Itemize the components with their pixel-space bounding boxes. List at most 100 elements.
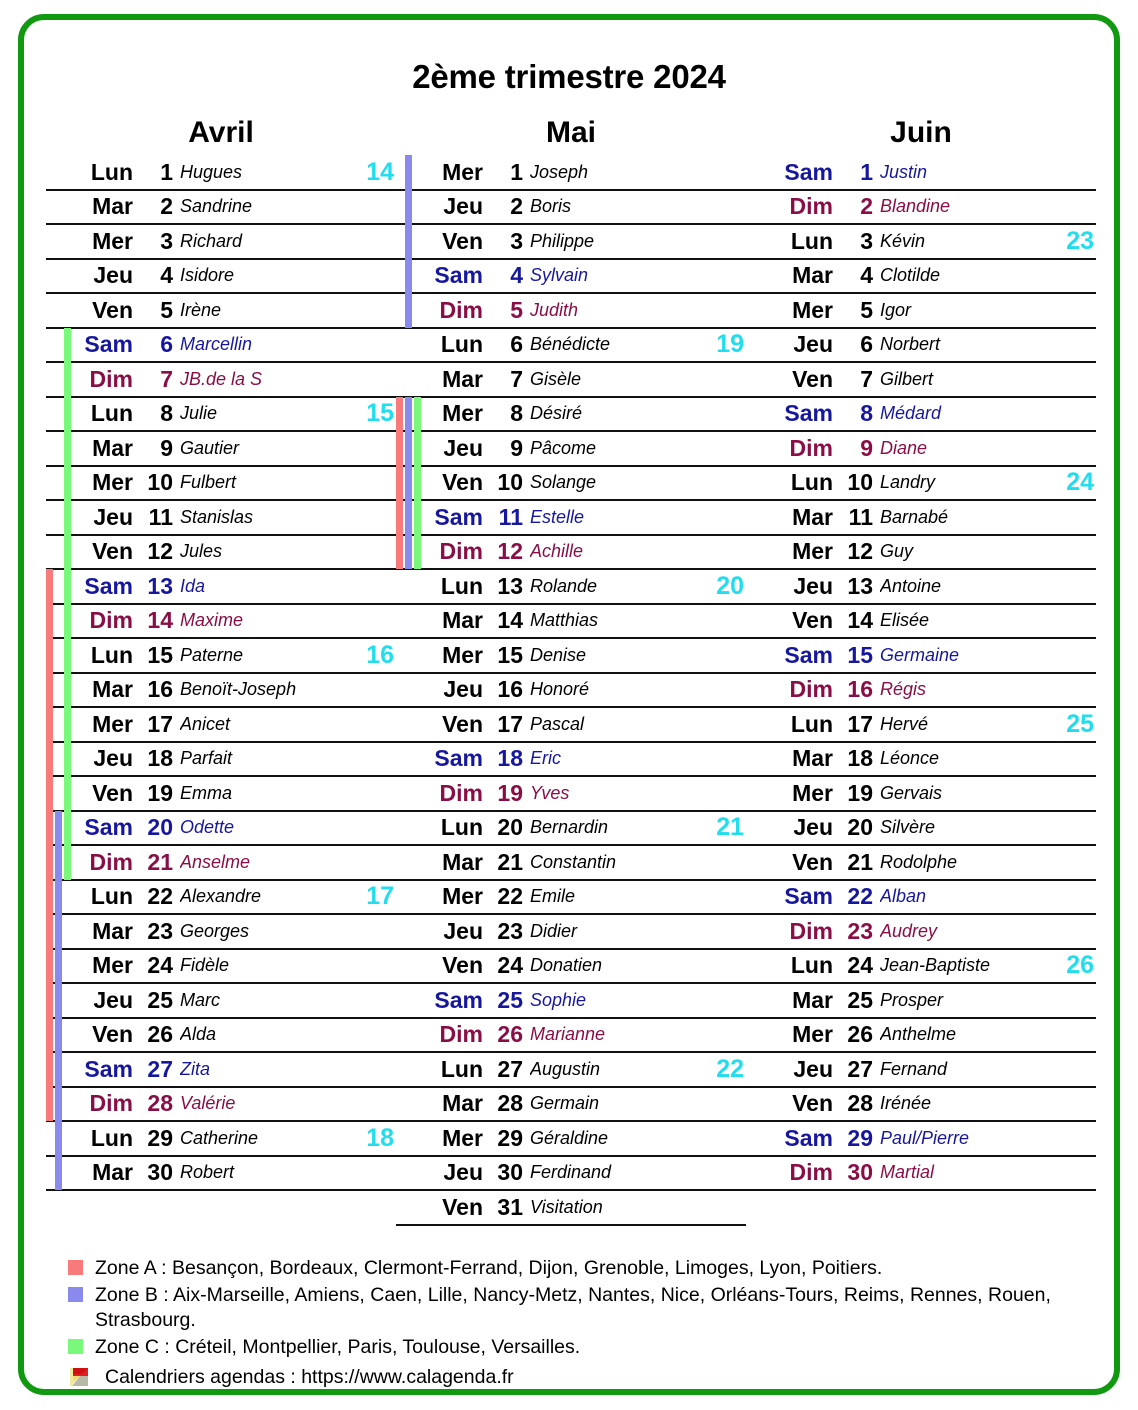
day-row[interactable]: Mer 15 Denise — [396, 639, 746, 674]
day-row[interactable]: Sam 6 Marcellin — [46, 327, 396, 363]
day-row[interactable]: Ven 26 Alda — [46, 1017, 396, 1053]
day-row[interactable]: Mar 2 Sandrine — [46, 191, 396, 225]
day-row[interactable]: Ven 24 Donatien — [396, 950, 746, 984]
day-row[interactable]: Mer 29 Géraldine — [396, 1122, 746, 1157]
day-row[interactable]: Sam 29 Paul/Pierre — [746, 1122, 1096, 1157]
day-row[interactable]: Mer 22 Emile — [396, 881, 746, 915]
day-row[interactable]: Mar 30 Robert — [46, 1155, 396, 1191]
day-of-week: Dim — [439, 1021, 483, 1048]
legend-credit[interactable]: Calendriers agendas : https://www.calage… — [68, 1365, 1084, 1391]
day-row[interactable]: Jeu 18 Parfait — [46, 741, 396, 777]
day-row[interactable]: Sam 8 Médard — [746, 398, 1096, 432]
day-row[interactable]: Ven 3 Philippe — [396, 224, 746, 260]
day-row[interactable]: Dim 2 Blandine — [746, 191, 1096, 225]
day-row[interactable]: Mar 21 Constantin — [396, 846, 746, 881]
day-row[interactable]: Mar 7 Gisèle — [396, 363, 746, 398]
day-row[interactable]: Ven 17 Pascal — [396, 708, 746, 743]
day-row[interactable]: Dim 7 JB.de la S — [46, 362, 396, 398]
day-row[interactable]: Jeu 30 Ferdinand — [396, 1157, 746, 1191]
day-row[interactable]: Dim 16 Régis — [746, 674, 1096, 708]
day-row[interactable]: Mar 23 Georges — [46, 914, 396, 950]
day-row[interactable]: Ven 31 Visitation — [396, 1191, 746, 1226]
vacation-zone-bars — [46, 638, 76, 673]
day-row[interactable]: Mar 9 Gautier — [46, 431, 396, 467]
day-row[interactable]: Sam 15 Germaine — [746, 639, 1096, 674]
day-row[interactable]: Mer 10 Fulbert — [46, 465, 396, 501]
day-row[interactable]: Ven 14 Elisée — [746, 605, 1096, 639]
day-row[interactable]: Jeu 6 Norbert — [746, 329, 1096, 363]
day-row[interactable]: Sam 22 Alban — [746, 881, 1096, 915]
day-number: 29 — [847, 1124, 873, 1151]
day-number: 7 — [160, 365, 173, 392]
day-row[interactable]: Lun 1 Hugues 14 — [46, 156, 396, 191]
day-row[interactable]: Ven 28 Irénée — [746, 1088, 1096, 1122]
day-row[interactable]: Mar 28 Germain — [396, 1088, 746, 1122]
day-row[interactable]: Jeu 2 Boris — [396, 189, 746, 225]
day-row[interactable]: Mer 12 Guy — [746, 536, 1096, 570]
day-row[interactable]: Lun 3 Kévin 23 — [746, 225, 1096, 260]
day-row[interactable]: Sam 4 Sylvain — [396, 258, 746, 294]
day-row[interactable]: Dim 26 Marianne — [396, 1019, 746, 1053]
day-row[interactable]: Jeu 4 Isidore — [46, 260, 396, 294]
day-row[interactable]: Lun 29 Catherine 18 — [46, 1121, 396, 1157]
day-row[interactable]: Mer 19 Gervais — [746, 777, 1096, 812]
day-row[interactable]: Dim 28 Valérie — [46, 1086, 396, 1122]
day-row[interactable]: Mer 26 Anthelme — [746, 1019, 1096, 1053]
day-row[interactable]: Jeu 25 Marc — [46, 983, 396, 1019]
day-row[interactable]: Lun 10 Landry 24 — [746, 467, 1096, 501]
day-row[interactable]: Jeu 13 Antoine — [746, 570, 1096, 605]
day-row[interactable]: Ven 7 Gilbert — [746, 363, 1096, 398]
day-row[interactable]: Dim 9 Diane — [746, 432, 1096, 467]
day-row[interactable]: Lun 13 Rolande 20 — [396, 570, 746, 605]
day-row[interactable]: Jeu 11 Stanislas — [46, 500, 396, 536]
day-row[interactable]: Ven 19 Emma — [46, 776, 396, 812]
day-row[interactable]: Jeu 9 Pâcome — [396, 431, 746, 467]
day-row[interactable]: Jeu 27 Fernand — [746, 1053, 1096, 1088]
day-row[interactable]: Dim 19 Yves — [396, 777, 746, 812]
day-row[interactable]: Lun 17 Hervé 25 — [746, 708, 1096, 743]
day-row[interactable]: Dim 12 Achille — [396, 534, 746, 570]
day-row[interactable]: Ven 5 Irène — [46, 294, 396, 329]
day-row[interactable]: Mar 16 Benoït-Joseph — [46, 672, 396, 708]
saint-name: Paterne — [180, 644, 244, 665]
day-row[interactable]: Dim 30 Martial — [746, 1157, 1096, 1191]
day-row[interactable]: Ven 12 Jules — [46, 534, 396, 570]
day-number: 27 — [847, 1055, 873, 1082]
day-row[interactable]: Mer 8 Désiré — [396, 396, 746, 432]
day-row[interactable]: Mar 4 Clotilde — [746, 260, 1096, 294]
day-row[interactable]: Mar 11 Barnabé — [746, 501, 1096, 536]
day-row[interactable]: Sam 27 Zita — [46, 1052, 396, 1088]
day-row[interactable]: Jeu 23 Didier — [396, 915, 746, 950]
day-row[interactable]: Mer 3 Richard — [46, 225, 396, 260]
day-row[interactable]: Sam 11 Estelle — [396, 500, 746, 536]
day-row[interactable]: Sam 1 Justin — [746, 156, 1096, 191]
day-row[interactable]: Mer 5 Igor — [746, 294, 1096, 329]
day-row[interactable]: Dim 5 Judith — [396, 293, 746, 329]
day-row[interactable]: Lun 6 Bénédicte 19 — [396, 329, 746, 363]
day-row[interactable]: Mar 25 Prosper — [746, 984, 1096, 1019]
day-row[interactable]: Lun 20 Bernardin 21 — [396, 812, 746, 846]
day-row[interactable]: Mer 1 Joseph — [396, 155, 746, 191]
day-row[interactable]: Lun 22 Alexandre 17 — [46, 879, 396, 915]
day-number: 7 — [860, 365, 873, 392]
day-row[interactable]: Sam 18 Eric — [396, 743, 746, 777]
day-row[interactable]: Lun 24 Jean-Baptiste 26 — [746, 950, 1096, 984]
day-row[interactable]: Dim 14 Maxime — [46, 603, 396, 639]
day-row[interactable]: Mar 14 Matthias — [396, 605, 746, 639]
day-row[interactable]: Sam 20 Odette — [46, 810, 396, 846]
day-row[interactable]: Lun 27 Augustin 22 — [396, 1053, 746, 1088]
day-row[interactable]: Dim 23 Audrey — [746, 915, 1096, 950]
day-row[interactable]: Jeu 20 Silvère — [746, 812, 1096, 846]
day-row[interactable]: Sam 25 Sophie — [396, 984, 746, 1019]
day-row[interactable]: Sam 13 Ida — [46, 569, 396, 605]
day-row[interactable]: Ven 10 Solange — [396, 465, 746, 501]
day-row[interactable]: Dim 21 Anselme — [46, 845, 396, 881]
day-row[interactable]: Mar 18 Léonce — [746, 743, 1096, 777]
day-row[interactable]: Mer 24 Fidèle — [46, 948, 396, 984]
week-number: 26 — [1066, 951, 1094, 980]
day-row[interactable]: Lun 15 Paterne 16 — [46, 638, 396, 674]
day-row[interactable]: Mer 17 Anicet — [46, 707, 396, 743]
day-row[interactable]: Ven 21 Rodolphe — [746, 846, 1096, 881]
day-row[interactable]: Jeu 16 Honoré — [396, 674, 746, 708]
day-row[interactable]: Lun 8 Julie 15 — [46, 396, 396, 432]
